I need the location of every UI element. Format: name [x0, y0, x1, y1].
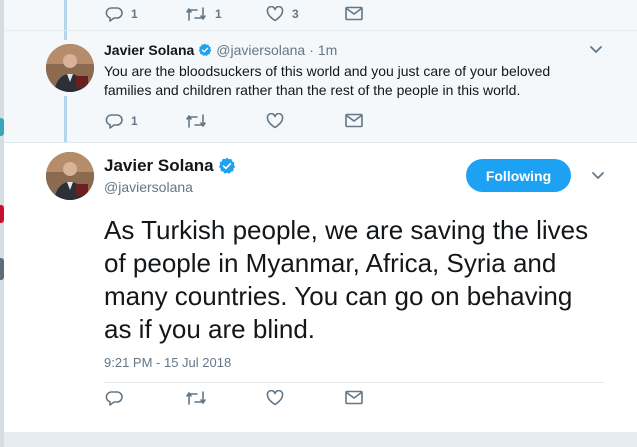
direct-message-action[interactable]: [345, 6, 363, 21]
divider: [104, 382, 604, 383]
retweet-count: 1: [215, 7, 222, 21]
like-action[interactable]: [266, 390, 284, 406]
author-handle[interactable]: @javiersolana: [104, 179, 193, 195]
avatar[interactable]: [46, 44, 94, 92]
retweet-icon: [186, 114, 206, 128]
reply-icon: [105, 7, 123, 22]
envelope-icon: [345, 6, 363, 21]
tweet-date[interactable]: 9:21 PM - 15 Jul 2018: [104, 355, 231, 370]
author-name[interactable]: Javier Solana: [104, 42, 194, 58]
separator-dot: ·: [309, 42, 314, 58]
chevron-down-icon[interactable]: [589, 45, 603, 55]
envelope-icon: [345, 113, 363, 128]
retweet-action[interactable]: [185, 113, 207, 129]
timestamp[interactable]: 1m: [318, 42, 337, 58]
reply-count: 1: [131, 7, 138, 21]
direct-message-action[interactable]: [345, 390, 363, 405]
retweet-action[interactable]: [185, 390, 207, 406]
heart-icon: [266, 113, 284, 129]
main-author-row: Javier Solana: [104, 156, 236, 176]
heart-icon: [266, 6, 284, 22]
direct-message-action[interactable]: [345, 113, 363, 128]
reply-icon: [105, 114, 123, 129]
reply-tweet-text: You are the bloodsuckers of this world a…: [104, 63, 551, 98]
like-action[interactable]: 3: [266, 6, 299, 22]
author-name[interactable]: Javier Solana: [104, 156, 214, 176]
thread-connector-line: [64, 96, 67, 142]
reply-author-row: Javier Solana @javiersolana · 1m: [104, 42, 337, 58]
reply-action[interactable]: [105, 390, 123, 406]
reply-action[interactable]: 1: [105, 113, 138, 129]
avatar[interactable]: [46, 152, 94, 200]
verified-badge-icon: [198, 43, 212, 57]
chevron-down-icon[interactable]: [591, 171, 605, 181]
divider: [4, 30, 637, 31]
divider: [4, 142, 637, 143]
heart-icon: [266, 390, 284, 406]
retweet-icon: [186, 7, 206, 21]
author-handle[interactable]: @javiersolana: [216, 42, 305, 58]
reply-action[interactable]: 1: [105, 6, 138, 22]
envelope-icon: [345, 390, 363, 405]
following-button[interactable]: Following: [466, 159, 571, 192]
thread-connector-line: [64, 0, 67, 40]
like-count: 3: [292, 7, 299, 21]
verified-badge-icon: [218, 157, 235, 174]
like-action[interactable]: [266, 113, 284, 129]
reply-count: 1: [131, 114, 138, 128]
retweet-icon: [186, 391, 206, 405]
reply-icon: [105, 391, 123, 406]
retweet-action[interactable]: 1: [185, 6, 222, 22]
main-tweet-text: As Turkish people, we are saving the liv…: [104, 215, 589, 344]
